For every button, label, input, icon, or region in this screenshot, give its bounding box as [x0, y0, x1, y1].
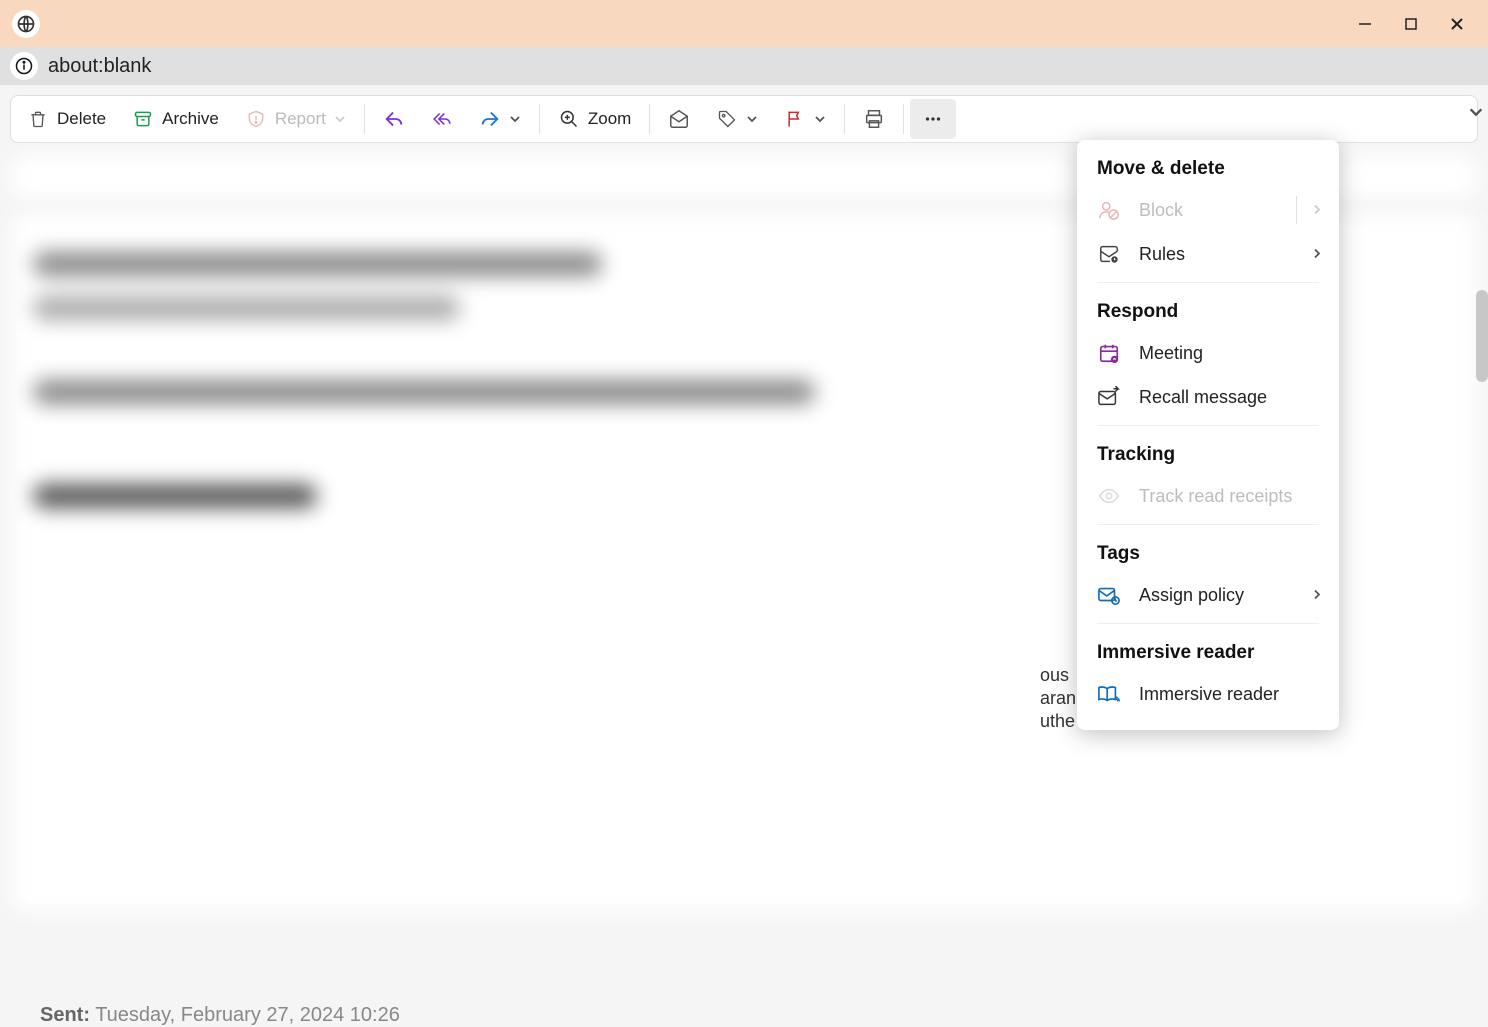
address-bar: about:blank [0, 47, 1488, 85]
archive-icon [132, 108, 154, 130]
chevron-down-icon [334, 113, 346, 125]
maximize-button[interactable] [1388, 8, 1434, 40]
zoom-button[interactable]: Zoom [546, 99, 643, 139]
globe-icon [12, 10, 40, 38]
forward-icon [479, 108, 501, 130]
menu-item-rules[interactable]: Rules [1077, 232, 1339, 276]
menu-item-recall[interactable]: Recall message [1077, 375, 1339, 419]
window-titlebar [0, 0, 1488, 47]
zoom-in-icon [558, 108, 580, 130]
bg-text: uthe [1040, 711, 1075, 732]
assign-policy-icon [1097, 583, 1121, 607]
meeting-icon [1097, 341, 1121, 365]
recall-icon [1097, 385, 1121, 409]
eye-icon [1097, 484, 1121, 508]
archive-label: Archive [162, 109, 219, 129]
sent-label: Sent: [40, 1004, 90, 1026]
flag-button[interactable] [772, 99, 838, 139]
chevron-right-icon [1311, 585, 1323, 606]
reply-all-icon [431, 108, 453, 130]
menu-item-label: Assign policy [1139, 585, 1244, 606]
close-button[interactable] [1434, 8, 1480, 40]
reply-icon [383, 108, 405, 130]
forward-button[interactable] [467, 99, 533, 139]
tag-icon [716, 108, 738, 130]
menu-section-title: Respond [1077, 289, 1339, 331]
menu-item-track-receipts: Track read receipts [1077, 474, 1339, 518]
print-button[interactable] [851, 99, 897, 139]
url-text[interactable]: about:blank [48, 55, 151, 78]
report-button[interactable]: Report [233, 99, 358, 139]
more-actions-menu: Move & delete Block Rules Respond Meetin… [1077, 140, 1339, 730]
envelope-open-icon [668, 108, 690, 130]
printer-icon [863, 108, 885, 130]
bg-text: ous [1040, 665, 1069, 686]
categorize-button[interactable] [704, 99, 770, 139]
menu-item-label: Immersive reader [1139, 684, 1279, 705]
chevron-down-icon [746, 113, 758, 125]
page-info-icon[interactable] [10, 52, 38, 80]
chevron-down-icon [814, 113, 826, 125]
zoom-label: Zoom [588, 109, 631, 129]
reply-button[interactable] [371, 99, 417, 139]
ribbon-collapse-button[interactable] [1468, 104, 1484, 125]
menu-section-title: Immersive reader [1077, 630, 1339, 672]
delete-label: Delete [57, 109, 106, 129]
delete-button[interactable]: Delete [15, 99, 118, 139]
menu-item-label: Recall message [1139, 387, 1267, 408]
menu-item-assign-policy[interactable]: Assign policy [1077, 573, 1339, 617]
trash-icon [27, 108, 49, 130]
shield-alert-icon [245, 108, 267, 130]
sent-date: Tuesday, February 27, 2024 10:26 [95, 1004, 400, 1026]
reply-all-button[interactable] [419, 99, 465, 139]
more-actions-button[interactable] [910, 99, 956, 139]
menu-item-label: Track read receipts [1139, 486, 1292, 507]
menu-item-immersive-reader[interactable]: Immersive reader [1077, 672, 1339, 716]
report-label: Report [275, 109, 326, 129]
flag-icon [784, 108, 806, 130]
menu-item-label: Block [1139, 200, 1183, 221]
immersive-reader-icon [1097, 682, 1121, 706]
menu-item-block: Block [1077, 188, 1339, 232]
chevron-right-icon [1311, 200, 1323, 221]
archive-button[interactable]: Archive [120, 99, 231, 139]
menu-section-title: Tracking [1077, 432, 1339, 474]
bg-text: aran [1040, 688, 1076, 709]
menu-section-title: Move & delete [1077, 146, 1339, 188]
menu-item-meeting[interactable]: Meeting [1077, 331, 1339, 375]
chevron-down-icon [509, 113, 521, 125]
menu-item-label: Rules [1139, 244, 1185, 265]
menu-item-label: Meeting [1139, 343, 1203, 364]
scrollbar-thumb[interactable] [1476, 290, 1488, 382]
chevron-right-icon [1311, 244, 1323, 265]
message-toolbar: Delete Archive Report [10, 95, 1478, 143]
rules-icon [1097, 242, 1121, 266]
sent-line: Sent: Tuesday, February 27, 2024 10:26 [40, 1004, 400, 1027]
block-user-icon [1097, 198, 1121, 222]
mark-read-button[interactable] [656, 99, 702, 139]
minimize-button[interactable] [1342, 8, 1388, 40]
menu-section-title: Tags [1077, 531, 1339, 573]
ellipsis-icon [922, 108, 944, 130]
